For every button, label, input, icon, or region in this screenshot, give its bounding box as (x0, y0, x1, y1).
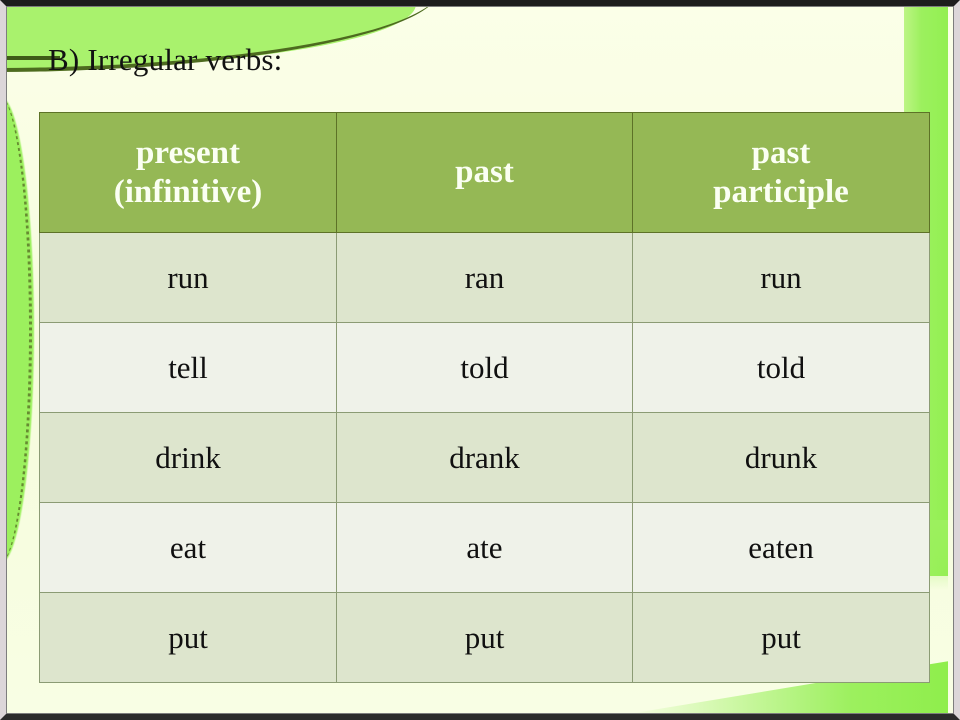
cell-present: tell (39, 322, 337, 413)
table-row: eat ate eaten (39, 502, 930, 593)
cell-present: drink (39, 412, 337, 503)
column-header-past-participle-line1: past (751, 135, 811, 172)
table-row: put put put (39, 592, 930, 683)
column-header-past-line1: past (455, 154, 514, 191)
slide-content: B) Irregular verbs: present (infinitive)… (0, 0, 960, 720)
table-row: drink drank drunk (39, 412, 930, 503)
table-header-row: present (infinitive) past past participl… (39, 112, 930, 233)
page-title: B) Irregular verbs: (48, 42, 283, 77)
cell-past: ate (336, 502, 633, 593)
cell-past: told (336, 322, 633, 413)
column-header-present-line2: (infinitive) (113, 173, 263, 210)
cell-present: eat (39, 502, 337, 593)
table-body: run ran run tell told told drink drank d… (39, 232, 930, 683)
cell-past-participle: told (632, 322, 930, 413)
cell-past: ran (336, 232, 633, 323)
cell-past-participle: run (632, 232, 930, 323)
cell-past-participle: put (632, 592, 930, 683)
table-row: tell told told (39, 322, 930, 413)
column-header-past-participle-line2: participle (713, 173, 849, 210)
slide-canvas: B) Irregular verbs: present (infinitive)… (0, 0, 960, 720)
irregular-verbs-table: present (infinitive) past past participl… (39, 112, 930, 683)
column-header-present: present (infinitive) (39, 112, 337, 233)
table-header: present (infinitive) past past participl… (39, 112, 930, 233)
cell-past: put (336, 592, 633, 683)
table-row: run ran run (39, 232, 930, 323)
cell-past: drank (336, 412, 633, 503)
column-header-past: past (336, 112, 633, 233)
column-header-present-line1: present (136, 135, 240, 172)
cell-present: run (39, 232, 337, 323)
cell-present: put (39, 592, 337, 683)
cell-past-participle: eaten (632, 502, 930, 593)
column-header-past-participle: past participle (632, 112, 930, 233)
cell-past-participle: drunk (632, 412, 930, 503)
